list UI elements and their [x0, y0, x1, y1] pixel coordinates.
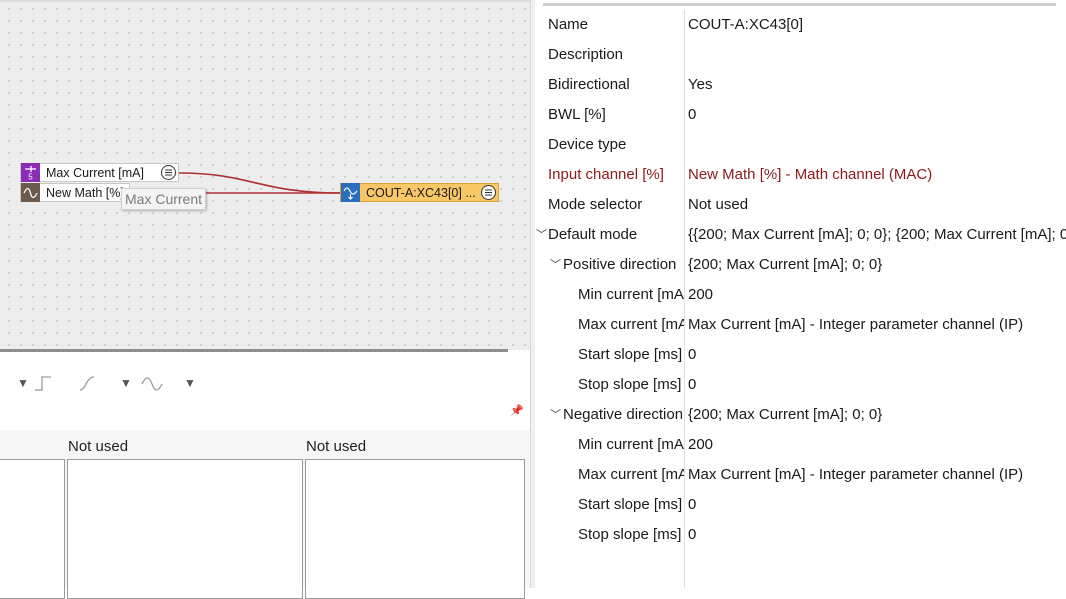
- property-value[interactable]: 200: [688, 280, 1066, 310]
- ramp-shape-icon[interactable]: [78, 374, 100, 392]
- property-value[interactable]: 0: [688, 340, 1066, 370]
- property-row[interactable]: Max current [mA] Max Current [mA] - Inte…: [536, 310, 1066, 340]
- property-row-highlighted[interactable]: Input channel [%] New Math [%] - Math ch…: [536, 160, 1066, 190]
- panel-splitter[interactable]: [530, 0, 535, 588]
- svg-text:5: 5: [28, 173, 33, 182]
- property-row[interactable]: Mode selector Not used: [536, 190, 1066, 220]
- property-name: Positive direction: [563, 256, 677, 273]
- dropdown-arrow-icon[interactable]: ▼: [17, 376, 29, 390]
- property-row[interactable]: ﹀ Negative direction {200; Max Current […: [536, 400, 1066, 430]
- property-value[interactable]: {200; Max Current [mA]; 0; 0}: [688, 400, 1066, 430]
- property-row[interactable]: ﹀ Default mode {{200; Max Current [mA]; …: [536, 220, 1066, 250]
- property-row[interactable]: Description: [536, 40, 1066, 70]
- chevron-down-icon[interactable]: ﹀: [550, 250, 561, 280]
- node-editor-canvas[interactable]: 5 Max Current [mA] New Math [%] COUT-A:X…: [0, 0, 530, 350]
- property-grid-top-border: [543, 3, 1056, 6]
- node-menu-icon[interactable]: [161, 165, 176, 180]
- node-menu-icon[interactable]: [481, 185, 496, 200]
- step-shape-icon[interactable]: [33, 374, 55, 392]
- property-name: Stop slope [ms]: [578, 526, 682, 543]
- property-row[interactable]: ﹀ Positive direction {200; Max Current […: [536, 250, 1066, 280]
- property-name: BWL [%]: [548, 106, 606, 123]
- property-name: Start slope [ms]: [578, 346, 683, 363]
- property-name: Min current [mA]: [578, 286, 684, 303]
- property-name: Name: [548, 16, 589, 33]
- property-name: Device type: [548, 136, 627, 153]
- property-name: Mode selector: [548, 196, 643, 213]
- property-value[interactable]: 0: [688, 490, 1066, 520]
- tooltip: Max Current: [121, 188, 207, 210]
- current-output-icon: [341, 183, 360, 202]
- property-name: Stop slope [ms]: [578, 376, 682, 393]
- property-name: Bidirectional: [548, 76, 630, 93]
- sine-shape-icon[interactable]: [140, 374, 164, 392]
- property-name: Min current [mA]: [578, 436, 684, 453]
- property-row[interactable]: Min current [mA] 200: [536, 280, 1066, 310]
- chevron-down-icon[interactable]: ﹀: [550, 400, 561, 430]
- property-value[interactable]: Yes: [688, 70, 1066, 100]
- node-label: COUT-A:XC43[0] ...: [366, 185, 476, 200]
- pin-icon[interactable]: 📌: [510, 404, 524, 417]
- property-name: Input channel [%]: [548, 166, 664, 183]
- property-value[interactable]: 0: [688, 520, 1066, 550]
- property-name: Description: [548, 46, 624, 63]
- chevron-down-icon[interactable]: ﹀: [536, 220, 547, 250]
- waveform-toolbar: ▼ ▼ ▼: [0, 366, 530, 400]
- dropdown-arrow-icon[interactable]: ▼: [120, 376, 132, 390]
- property-row[interactable]: Stop slope [ms] 0: [536, 370, 1066, 400]
- integer-parameter-icon: 5: [21, 163, 40, 182]
- property-value[interactable]: New Math [%] - Math channel (MAC): [688, 160, 1066, 190]
- property-value[interactable]: Max Current [mA] - Integer parameter cha…: [688, 460, 1066, 490]
- property-value[interactable]: 0: [688, 100, 1066, 130]
- property-row[interactable]: Name COUT-A:XC43[0]: [536, 10, 1066, 40]
- property-value[interactable]: {200; Max Current [mA]; 0; 0}: [688, 250, 1066, 280]
- property-value[interactable]: COUT-A:XC43[0]: [688, 10, 1066, 40]
- property-row[interactable]: Device type: [536, 130, 1066, 160]
- mode-box[interactable]: [0, 459, 65, 599]
- property-row[interactable]: Start slope [ms] 0: [536, 490, 1066, 520]
- property-value[interactable]: {{200; Max Current [mA]; 0; 0}; {200; Ma…: [688, 220, 1066, 250]
- math-wave-icon: [21, 183, 40, 202]
- property-value[interactable]: 0: [688, 370, 1066, 400]
- horizontal-scrollbar[interactable]: [0, 349, 508, 352]
- node-cout[interactable]: COUT-A:XC43[0] ...: [340, 183, 499, 202]
- property-row[interactable]: Min current [mA] 200: [536, 430, 1066, 460]
- property-name: Negative direction: [563, 406, 682, 423]
- property-name: Default mode: [548, 226, 638, 243]
- property-value[interactable]: 200: [688, 430, 1066, 460]
- property-row[interactable]: Bidirectional Yes: [536, 70, 1066, 100]
- mode-box[interactable]: [305, 459, 525, 599]
- property-name: Start slope [ms]: [578, 496, 683, 513]
- column-header: Not used: [68, 438, 129, 455]
- node-label: Max Current [mA]: [46, 165, 144, 180]
- property-row[interactable]: Start slope [ms] 0: [536, 340, 1066, 370]
- dropdown-arrow-icon[interactable]: ▼: [184, 376, 196, 390]
- node-max-current[interactable]: 5 Max Current [mA]: [20, 163, 179, 182]
- property-grid: Name COUT-A:XC43[0] Description Bidirect…: [536, 0, 1066, 588]
- property-value[interactable]: Not used: [688, 190, 1066, 220]
- node-label: New Math [%]: [46, 185, 124, 200]
- node-new-math[interactable]: New Math [%]: [20, 183, 130, 202]
- mode-box[interactable]: [67, 459, 303, 599]
- property-row[interactable]: Max current [mA] Max Current [mA] - Inte…: [536, 460, 1066, 490]
- property-row[interactable]: Stop slope [ms] 0: [536, 520, 1066, 550]
- property-name: Max current [mA]: [578, 316, 684, 333]
- property-row[interactable]: BWL [%] 0: [536, 100, 1066, 130]
- property-name: Max current [mA]: [578, 466, 684, 483]
- column-header: Not used: [306, 438, 367, 455]
- property-value[interactable]: Max Current [mA] - Integer parameter cha…: [688, 310, 1066, 340]
